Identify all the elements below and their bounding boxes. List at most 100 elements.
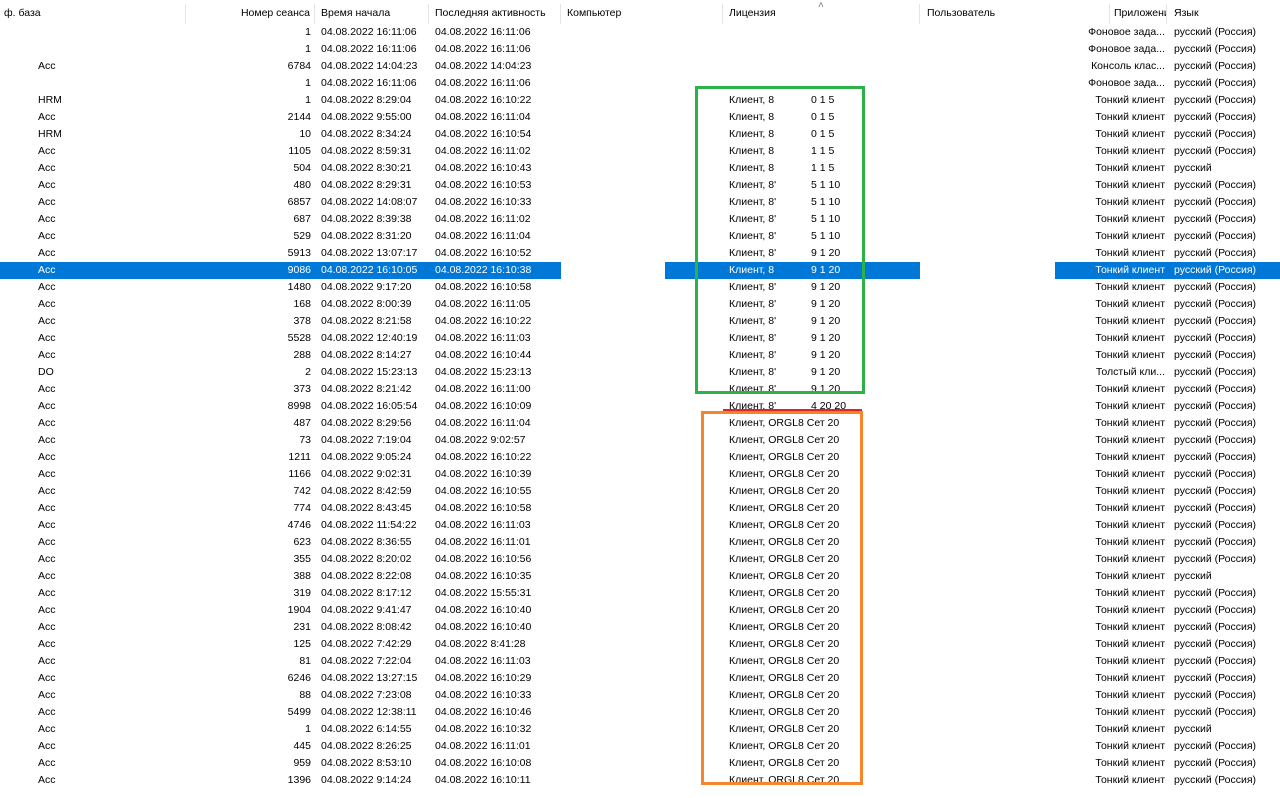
table-row[interactable]: Acc 742 04.08.2022 8:42:59 04.08.2022 16:10… (0, 483, 1280, 500)
table-row[interactable]: 1 04.08.2022 16:11:06 04.08.2022 16:11:06 Ф… (0, 41, 1280, 58)
license-name: Клиент, 8' (729, 400, 777, 412)
table-row[interactable]: Acc 480 04.08.2022 8:29:31 04.08.2022 16:10… (0, 177, 1280, 194)
table-row[interactable]: Acc 6784 04.08.2022 14:04:23 04.08.2022 14:… (0, 58, 1280, 75)
cell-base: Acc (38, 621, 56, 633)
column-header-base[interactable]: ф. база (0, 4, 186, 24)
table-row[interactable]: Acc 373 04.08.2022 8:21:42 04.08.2022 16:11… (0, 381, 1280, 398)
cell-base (0, 24, 186, 41)
table-row[interactable]: Acc 623 04.08.2022 8:36:55 04.08.2022 16:11… (0, 534, 1280, 551)
cell-session: 388 (293, 570, 311, 582)
column-header-session[interactable]: Номер сеанса (186, 4, 315, 24)
cell-lang: русский (Россия) (1174, 43, 1257, 55)
column-header-lang[interactable]: Язык (1167, 4, 1280, 24)
table-row[interactable]: Acc 125 04.08.2022 7:42:29 04.08.2022 8:41:… (0, 636, 1280, 653)
cell-lang: русский (Россия) (1174, 536, 1257, 548)
table-row[interactable]: Acc 1211 04.08.2022 9:05:24 04.08.2022 16:1… (0, 449, 1280, 466)
cell-computer (665, 483, 723, 500)
table-row[interactable]: Acc 1166 04.08.2022 9:02:31 04.08.2022 16:1… (0, 466, 1280, 483)
table-row[interactable]: Acc 88 04.08.2022 7:23:08 04.08.2022 16:10:… (0, 687, 1280, 704)
column-header-start[interactable]: Время начала (315, 4, 429, 24)
table-row[interactable]: HRM 10 04.08.2022 8:34:24 04.08.2022 16:10:… (0, 126, 1280, 143)
cell-lang: русский (Россия) (1174, 400, 1257, 412)
table-row[interactable]: Acc 168 04.08.2022 8:00:39 04.08.2022 16:11… (0, 296, 1280, 313)
cell-base: Acc (38, 451, 56, 463)
cell-base: Acc (38, 417, 56, 429)
cell-start: 04.08.2022 8:30:21 (321, 162, 412, 174)
cell-base: Acc (0, 262, 186, 279)
table-row[interactable]: HRM 1 04.08.2022 8:29:04 04.08.2022 16:10:2… (0, 92, 1280, 109)
table-row[interactable]: Acc 73 04.08.2022 7:19:04 04.08.2022 9:02:5… (0, 432, 1280, 449)
cell-session: 687 (293, 213, 311, 225)
cell-session: 373 (293, 383, 311, 395)
cell-start: 04.08.2022 8:43:45 (321, 502, 412, 514)
table-row[interactable]: Acc 1 04.08.2022 6:14:55 04.08.2022 16:10:3… (0, 721, 1280, 738)
cell-last-activity: 04.08.2022 16:10:35 (435, 570, 532, 582)
table-row[interactable]: Acc 687 04.08.2022 8:39:38 04.08.2022 16:11… (0, 211, 1280, 228)
table-row[interactable]: Acc 388 04.08.2022 8:22:08 04.08.2022 16:10… (0, 568, 1280, 585)
column-header-computer[interactable]: Компьютер (561, 4, 723, 24)
cell-app: Тонкий клиент (1095, 672, 1165, 684)
table-row[interactable]: Acc 445 04.08.2022 8:26:25 04.08.2022 16:11… (0, 738, 1280, 755)
cell-start: 04.08.2022 8:42:59 (321, 485, 412, 497)
cell-last-activity: 04.08.2022 16:11:03 (435, 655, 531, 667)
table-row[interactable]: Acc 4746 04.08.2022 11:54:22 04.08.2022 16:… (0, 517, 1280, 534)
table-row[interactable]: Acc 9086 04.08.2022 16:10:05 04.08.2022 16:… (0, 262, 1280, 279)
cell-computer (665, 160, 723, 177)
column-header-app[interactable]: Приложение (1110, 4, 1167, 24)
table-row[interactable]: Acc 5913 04.08.2022 13:07:17 04.08.2022 16:… (0, 245, 1280, 262)
cell-start: 04.08.2022 14:08:07 (321, 196, 418, 208)
column-header-user[interactable]: Пользователь (920, 4, 1110, 24)
cell-base: Acc (38, 111, 56, 123)
table-row[interactable]: Acc 487 04.08.2022 8:29:56 04.08.2022 16:11… (0, 415, 1280, 432)
table-row[interactable]: 1 04.08.2022 16:11:06 04.08.2022 16:11:06 Ф… (0, 75, 1280, 92)
cell-app: Тонкий клиент (1095, 298, 1165, 310)
table-row[interactable]: Acc 1904 04.08.2022 9:41:47 04.08.2022 16:1… (0, 602, 1280, 619)
table-row[interactable]: Acc 355 04.08.2022 8:20:02 04.08.2022 16:10… (0, 551, 1280, 568)
table-row[interactable]: Acc 529 04.08.2022 8:31:20 04.08.2022 16:11… (0, 228, 1280, 245)
cell-lang: русский (Россия) (1174, 281, 1257, 293)
table-row[interactable]: Acc 1105 04.08.2022 8:59:31 04.08.2022 16:1… (0, 143, 1280, 160)
license-name: Клиент, ORGL8 Сет 20 (729, 604, 840, 616)
cell-session: 529 (293, 230, 311, 242)
table-row[interactable]: Acc 319 04.08.2022 8:17:12 04.08.2022 15:55… (0, 585, 1280, 602)
cell-session: 81 (299, 655, 311, 667)
cell-start: 04.08.2022 8:36:55 (321, 536, 412, 548)
table-row[interactable]: Acc 504 04.08.2022 8:30:21 04.08.2022 16:10… (0, 160, 1280, 177)
license-number: 9 1 20 (811, 264, 841, 276)
table-row[interactable]: Acc 6246 04.08.2022 13:27:15 04.08.2022 16:… (0, 670, 1280, 687)
table-row[interactable]: Acc 378 04.08.2022 8:21:58 04.08.2022 16:10… (0, 313, 1280, 330)
cell-session: 742 (293, 485, 311, 497)
table-row[interactable]: Acc 6857 04.08.2022 14:08:07 04.08.2022 16:… (0, 194, 1280, 211)
license-number: 9 1 20 (811, 366, 841, 378)
cell-app: Тонкий клиент (1095, 315, 1165, 327)
cell-license: Клиент, 8' 5 1 10 (723, 177, 920, 194)
table-row[interactable]: Acc 2144 04.08.2022 9:55:00 04.08.2022 16:1… (0, 109, 1280, 126)
cell-last-activity: 04.08.2022 16:11:04 (435, 230, 531, 242)
table-row[interactable]: Acc 5499 04.08.2022 12:38:11 04.08.2022 16:… (0, 704, 1280, 721)
cell-base: Acc (38, 213, 56, 225)
cell-session: 6246 (287, 672, 311, 684)
cell-license: Клиент, 8 0 1 5 (723, 92, 920, 109)
cell-start: 04.08.2022 8:20:02 (321, 553, 412, 565)
table-row[interactable]: Acc 1480 04.08.2022 9:17:20 04.08.2022 16:1… (0, 279, 1280, 296)
cell-license: Клиент, ORGL8 Сет 20 (723, 483, 920, 500)
table-row[interactable]: Acc 8998 04.08.2022 16:05:54 04.08.2022 16:… (0, 398, 1280, 415)
cell-session: 125 (293, 638, 311, 650)
table-row[interactable]: Acc 959 04.08.2022 8:53:10 04.08.2022 16:10… (0, 755, 1280, 772)
cell-app: Тонкий клиент (1095, 502, 1165, 514)
table-row[interactable]: Acc 5528 04.08.2022 12:40:19 04.08.2022 16:… (0, 330, 1280, 347)
table-row[interactable]: Acc 1396 04.08.2022 9:14:24 04.08.2022 16:1… (0, 772, 1280, 789)
table-row[interactable]: DO 2 04.08.2022 15:23:13 04.08.2022 15:23:1… (0, 364, 1280, 381)
table-row[interactable]: 1 04.08.2022 16:11:06 04.08.2022 16:11:06 Ф… (0, 24, 1280, 41)
cell-app: Тонкий клиент (1095, 145, 1165, 157)
table-row[interactable]: Acc 774 04.08.2022 8:43:45 04.08.2022 16:10… (0, 500, 1280, 517)
cell-base: Acc (38, 604, 56, 616)
cell-lang: русский (1174, 162, 1212, 174)
table-row[interactable]: Acc 288 04.08.2022 8:14:27 04.08.2022 16:10… (0, 347, 1280, 364)
table-row[interactable]: Acc 81 04.08.2022 7:22:04 04.08.2022 16:11:… (0, 653, 1280, 670)
cell-computer (665, 772, 723, 789)
cell-lang: русский (1174, 570, 1212, 582)
column-header-last-activity[interactable]: Последняя активность (429, 4, 561, 24)
table-row[interactable]: Acc 231 04.08.2022 8:08:42 04.08.2022 16:10… (0, 619, 1280, 636)
cell-app: Тонкий клиент (1055, 262, 1167, 279)
